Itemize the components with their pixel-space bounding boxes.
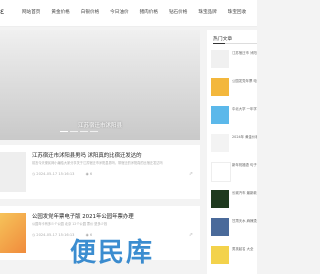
- sidebar-item[interactable]: 甘肃天水 麻辣烫: [211, 218, 257, 238]
- sidebar-divider: [213, 43, 257, 44]
- sidebar-item-title[interactable]: 公园发党年票 电子版 2021: [232, 79, 257, 83]
- main-nav: 网站首页 黄金价格 白银价格 今日油价 猪肉价格 钻石价格 珠宝品牌 珠宝回收: [22, 9, 257, 15]
- post-date: 2024-05-17 15:16:13: [36, 233, 75, 237]
- sidebar-item-title[interactable]: 新年祝福语 句子大全: [232, 163, 257, 167]
- sidebar-item-title[interactable]: 甘肃天水 麻辣烫: [232, 219, 257, 223]
- nav-item-diamond[interactable]: 钻石价格: [169, 9, 187, 15]
- sidebar-thumbnail[interactable]: [211, 50, 229, 68]
- post-thumbnail[interactable]: [0, 152, 26, 192]
- sidebar-item-title[interactable]: 2024年 黄金价格今日: [232, 135, 257, 139]
- share-icon[interactable]: ⇗: [189, 232, 193, 238]
- sidebar-thumbnail[interactable]: [211, 78, 229, 96]
- sidebar-thumbnail[interactable]: [211, 106, 229, 124]
- sidebar-heading: 热门文章: [213, 37, 233, 42]
- sidebar-item[interactable]: 江苏宿迁市 沭阳县男吗: [211, 50, 257, 70]
- sidebar-item[interactable]: 中北大学 一年学费多少: [211, 106, 257, 126]
- sidebar-item-title[interactable]: 江苏宿迁市 沭阳县男吗: [232, 51, 257, 55]
- post-date: 2024-05-17 15:16:13: [36, 172, 75, 176]
- nav-item-pork[interactable]: 猪肉价格: [140, 9, 158, 15]
- sidebar-thumbnail[interactable]: [211, 246, 229, 264]
- nav-item-oil[interactable]: 今日油价: [110, 9, 128, 15]
- sidebar-item[interactable]: 长城汽车 最新款: [211, 190, 257, 210]
- post-thumbnail[interactable]: [0, 213, 26, 253]
- clock-icon: ◷: [32, 233, 36, 237]
- slider-dot[interactable]: [90, 131, 98, 132]
- slider-dot[interactable]: [70, 131, 78, 132]
- post-title[interactable]: 公园发党年票电子版 2021年公园年票办理: [32, 212, 134, 220]
- site-logo[interactable]: ε: [0, 7, 4, 16]
- sidebar-item[interactable]: 公园发党年票 电子版 2021: [211, 78, 257, 98]
- slider-dots: [60, 131, 100, 132]
- nav-item-silver[interactable]: 白银价格: [81, 9, 99, 15]
- sidebar-item[interactable]: 男孩起名 大全: [211, 246, 257, 266]
- post-views: 6: [89, 172, 93, 176]
- slider-dot[interactable]: [80, 131, 88, 132]
- post-summary: 前言今天便民网小编给大家分享关于江苏宿迁市沭阳县男吗，带宿迁的沭阳真的比宿迁发达…: [32, 161, 163, 165]
- post-summary: 公园年卡有多少个公园 北京 12个公园 票价 是多少钱: [32, 222, 108, 226]
- sidebar-hot-articles: 热门文章 江苏宿迁市 沭阳县男吗 公园发党年票 电子版 2021 中北大学 一年…: [207, 30, 257, 274]
- post-meta: ◷ 2024-05-17 15:16:13 ◉ 6: [32, 172, 92, 176]
- slider-caption[interactable]: 江苏宿迁市沭阳县: [0, 121, 200, 129]
- sidebar-thumbnail[interactable]: [211, 134, 229, 152]
- post-title[interactable]: 江苏宿迁市沭阳县男吗 沭阳真的比宿迁发达的: [32, 151, 142, 159]
- sidebar-item-title[interactable]: 中北大学 一年学费多少: [232, 107, 257, 111]
- clock-icon: ◷: [32, 172, 36, 176]
- hero-slider[interactable]: 江苏宿迁市沭阳县: [0, 30, 200, 140]
- sidebar-thumbnail[interactable]: [211, 162, 231, 182]
- sidebar-thumbnail[interactable]: [211, 218, 229, 236]
- sidebar-item[interactable]: 新年祝福语 句子大全: [211, 162, 257, 182]
- sidebar-item-title[interactable]: 男孩起名 大全: [232, 247, 257, 251]
- share-icon[interactable]: ⇗: [189, 171, 193, 177]
- post-card: 江苏宿迁市沭阳县男吗 沭阳真的比宿迁发达的 前言今天便民网小编给大家分享关于江苏…: [0, 145, 200, 199]
- eye-icon: ◉: [85, 172, 89, 176]
- slider-dot[interactable]: [60, 131, 68, 132]
- nav-item-jewelry-recycle[interactable]: 珠宝回收: [228, 9, 246, 15]
- sidebar-item-title[interactable]: 长城汽车 最新款: [232, 191, 257, 195]
- sidebar-thumbnail[interactable]: [211, 190, 229, 208]
- watermark-logo: 便民库: [70, 238, 155, 268]
- nav-item-gold[interactable]: 黄金价格: [51, 9, 69, 15]
- nav-item-home[interactable]: 网站首页: [22, 9, 40, 15]
- sidebar-item[interactable]: 2024年 黄金价格今日: [211, 134, 257, 154]
- nav-item-jewelry-brand[interactable]: 珠宝品牌: [198, 9, 216, 15]
- top-navigation-bar: ε 网站首页 黄金价格 白银价格 今日油价 猪肉价格 钻石价格 珠宝品牌 珠宝回…: [0, 0, 257, 27]
